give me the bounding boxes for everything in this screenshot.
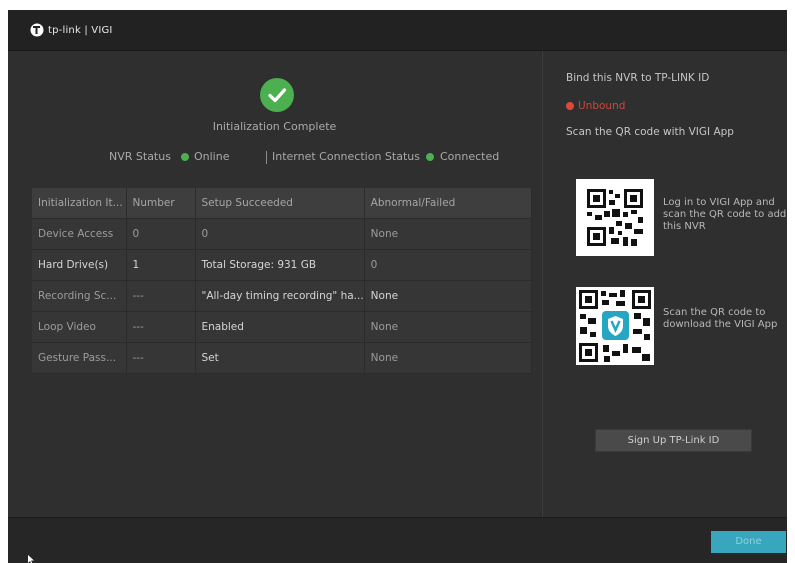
table-row: Device Access 0 0 None	[32, 218, 532, 250]
internet-status-label: Internet Connection Status	[272, 150, 420, 163]
table-cell: Set	[195, 342, 365, 374]
status-divider	[266, 151, 267, 164]
internet-connected-dot-icon	[426, 153, 434, 161]
mouse-pointer-icon	[28, 555, 34, 563]
table-row: Gesture Pass... --- Set None	[32, 342, 532, 374]
table-cell: None	[364, 342, 532, 374]
internet-status-value: Connected	[440, 150, 500, 163]
table-header-row: Initialization It... Number Setup Succee…	[32, 188, 532, 219]
tp-link-logo-icon	[30, 23, 44, 37]
column-header: Setup Succeeded	[195, 188, 365, 219]
table-cell: ---	[126, 280, 196, 312]
table-cell: Hard Drive(s)	[32, 249, 127, 281]
table-cell: ---	[126, 311, 196, 343]
scan-title: Scan the QR code with VIGI App	[566, 126, 734, 138]
status-row: NVR Status Online Internet Connection St…	[8, 150, 541, 166]
page-title: Initialization Complete	[212, 120, 337, 133]
table-row: Recording Sc... --- "All-day timing reco…	[32, 280, 532, 312]
success-check-icon	[260, 78, 294, 112]
brand-logo: tp-link | VIGI	[30, 23, 113, 37]
done-button[interactable]: Done	[711, 531, 786, 553]
title-bar: tp-link | VIGI	[8, 10, 787, 51]
nvr-init-window: tp-link | VIGI Initialization Complete N…	[8, 10, 787, 563]
table-cell: ---	[126, 342, 196, 374]
table-row: Hard Drive(s) 1 Total Storage: 931 GB 0	[32, 249, 532, 281]
initialization-panel: Initialization Complete NVR Status Onlin…	[8, 51, 541, 517]
table-cell: 1	[126, 249, 196, 281]
nvr-online-dot-icon	[181, 153, 189, 161]
column-header: Number	[126, 188, 196, 219]
bind-title: Bind this NVR to TP-LINK ID	[566, 72, 710, 84]
table-row: Loop Video --- Enabled None	[32, 311, 532, 343]
brand-text: tp-link | VIGI	[48, 24, 113, 36]
table-cell: Recording Sc...	[32, 280, 127, 312]
column-header: Initialization It...	[32, 188, 127, 219]
table-cell: Total Storage: 931 GB	[195, 249, 365, 281]
table-cell: Device Access	[32, 218, 127, 250]
table-cell: None	[364, 218, 532, 250]
download-app-qr-code-icon	[576, 287, 654, 365]
table-cell: Gesture Pass...	[32, 342, 127, 374]
sign-up-button[interactable]: Sign Up TP-Link ID	[595, 429, 752, 452]
table-cell: Enabled	[195, 311, 365, 343]
initialization-table: Initialization It... Number Setup Succee…	[32, 188, 532, 374]
bind-panel: Bind this NVR to TP-LINK ID Unbound Scan…	[542, 51, 787, 517]
table-cell: 0	[364, 249, 532, 281]
table-cell: Loop Video	[32, 311, 127, 343]
nvr-status-value: Online	[194, 150, 230, 163]
table-cell: 0	[126, 218, 196, 250]
unbound-dot-icon	[566, 102, 574, 110]
table-cell: "All-day timing recording" ha...	[195, 280, 365, 312]
download-app-instructions: Scan the QR code to download the VIGI Ap…	[663, 307, 778, 330]
table-cell: None	[364, 280, 532, 312]
footer-bar: Done	[8, 517, 787, 563]
column-header: Abnormal/Failed	[364, 188, 532, 219]
bind-qr-code-icon	[576, 179, 654, 256]
nvr-status-label: NVR Status	[109, 150, 171, 163]
bind-status-label: Unbound	[578, 100, 626, 112]
table-cell: 0	[195, 218, 365, 250]
table-cell: None	[364, 311, 532, 343]
bind-qr-instructions: Log in to VIGI App and scan the QR code …	[663, 197, 787, 232]
